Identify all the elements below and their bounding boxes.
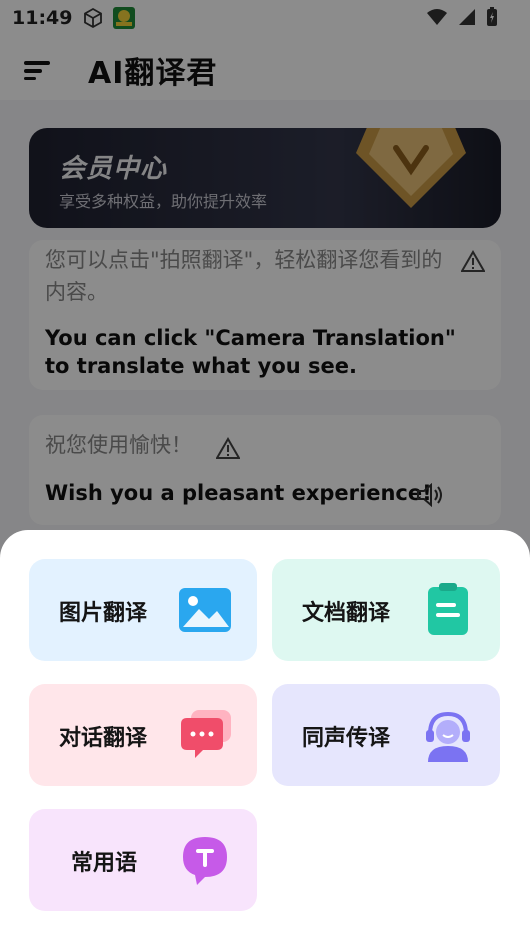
chat-bubble-icon xyxy=(181,710,231,758)
tile-label: 同声传译 xyxy=(302,726,391,751)
tile-label: 对话翻译 xyxy=(59,726,148,751)
tile-simultaneous-interpretation[interactable]: 同声传译 xyxy=(272,684,500,786)
tile-document-translation[interactable]: 文档翻译 xyxy=(272,559,500,661)
tile-common-phrases[interactable]: 常用语 xyxy=(29,809,257,911)
text-bubble-icon xyxy=(183,837,227,885)
clipboard-icon xyxy=(428,583,468,635)
image-icon xyxy=(179,588,231,632)
tile-label: 文档翻译 xyxy=(302,601,391,626)
tile-label: 常用语 xyxy=(71,851,138,876)
tile-label: 图片翻译 xyxy=(59,601,148,626)
headset-agent-icon xyxy=(426,711,470,762)
tile-image-translation[interactable]: 图片翻译 xyxy=(29,559,257,661)
tile-conversation-translation[interactable]: 对话翻译 xyxy=(29,684,257,786)
feature-bottom-sheet: 图片翻译 文档翻译 对话翻译 同声传译 常用语 xyxy=(0,530,530,942)
